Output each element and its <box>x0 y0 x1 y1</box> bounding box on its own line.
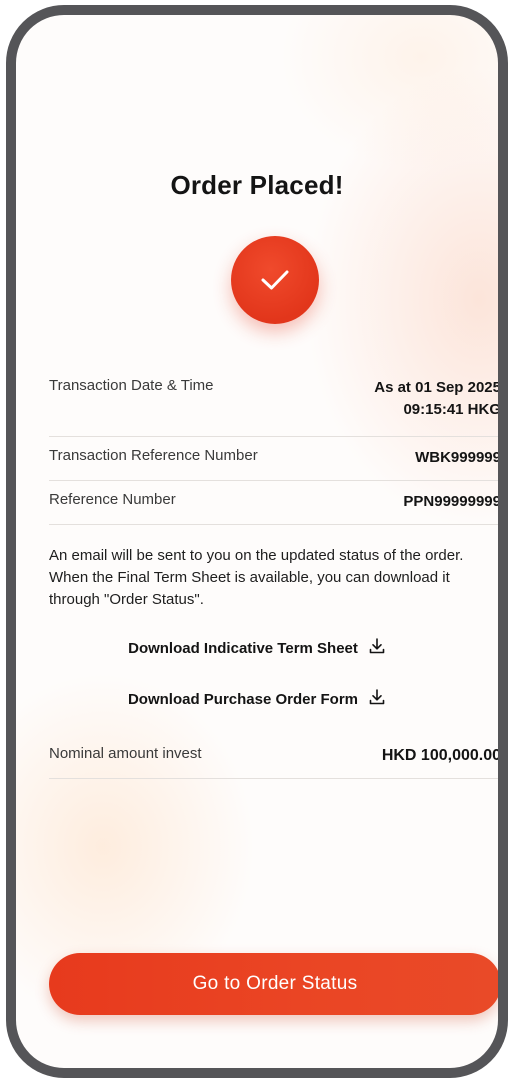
transaction-reference-row: Transaction Reference Number WBK999999 <box>49 445 501 481</box>
download-indicative-term-sheet-link[interactable]: Download Indicative Term Sheet <box>16 637 498 659</box>
nominal-amount-row: Nominal amount invest HKD 100,000.00 <box>49 743 501 779</box>
transaction-datetime-row: Transaction Date & Time As at 01 Sep 202… <box>49 375 501 437</box>
download-icon <box>368 688 386 710</box>
phone-frame: Order Placed! Transaction Date & Time As… <box>6 5 508 1078</box>
download-icon <box>368 637 386 659</box>
email-notice: An email will be sent to you on the upda… <box>49 547 464 608</box>
nominal-amount-label: Nominal amount invest <box>49 745 202 762</box>
reference-number-value: PPN99999999 <box>403 493 501 510</box>
reference-number-row: Reference Number PPN99999999 <box>49 489 501 525</box>
transaction-datetime-value: As at 01 Sep 2025 09:15:41 HKG <box>374 377 501 421</box>
checkmark-icon <box>261 270 289 290</box>
reference-number-label: Reference Number <box>49 491 176 508</box>
success-badge <box>231 236 319 324</box>
transaction-date: As at 01 Sep 2025 <box>374 379 501 396</box>
order-confirmation-screen: Order Placed! Transaction Date & Time As… <box>16 15 498 1068</box>
transaction-time: 09:15:41 HKG <box>403 401 501 418</box>
go-to-order-status-button[interactable]: Go to Order Status <box>49 953 498 1015</box>
transaction-datetime-label: Transaction Date & Time <box>49 377 214 394</box>
download-indicative-term-sheet-label: Download Indicative Term Sheet <box>128 640 358 657</box>
download-purchase-order-form-link[interactable]: Download Purchase Order Form <box>16 688 498 710</box>
download-purchase-order-form-label: Download Purchase Order Form <box>127 691 359 708</box>
transaction-reference-value: WBK999999 <box>415 449 501 466</box>
nominal-amount-value: HKD 100,000.00 <box>381 747 501 764</box>
transaction-reference-label: Transaction Reference Number <box>49 447 258 464</box>
page-title: Order Placed! <box>170 170 344 200</box>
